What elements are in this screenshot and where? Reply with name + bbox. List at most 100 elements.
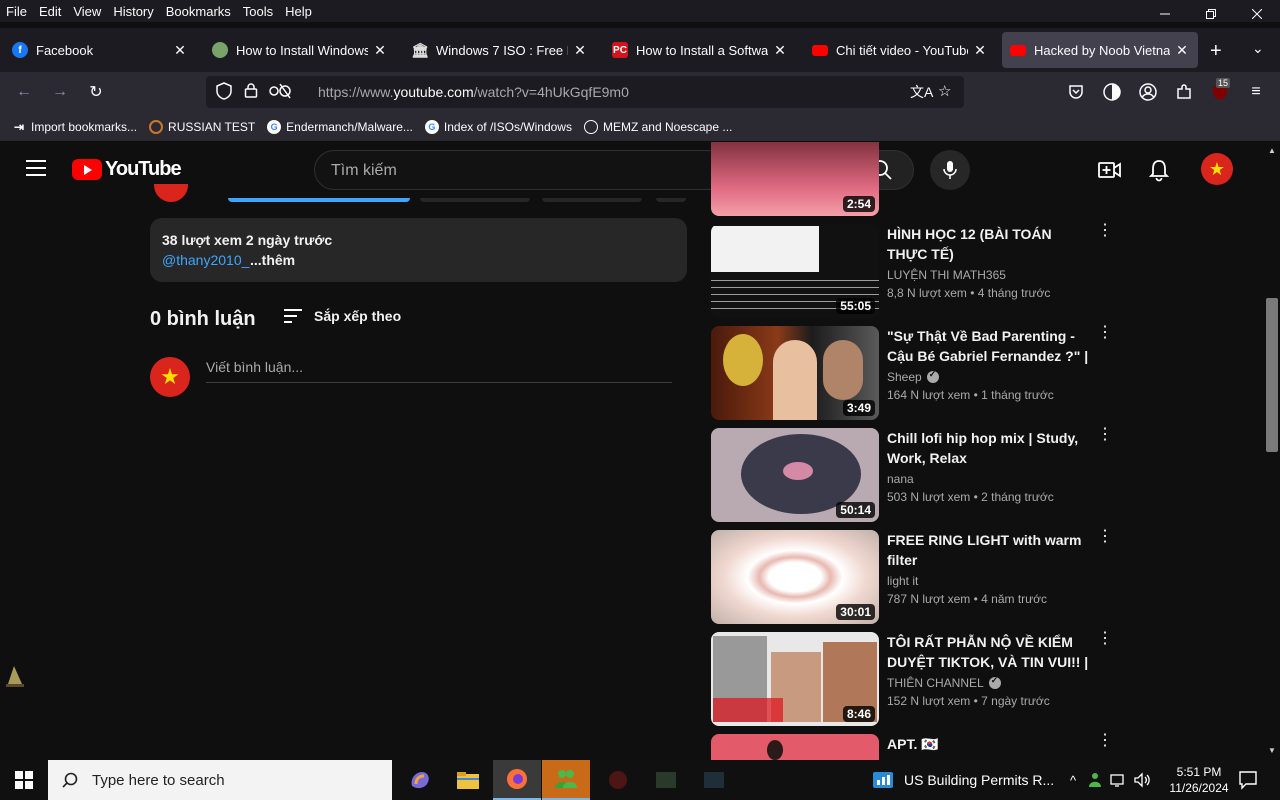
- close-window-icon[interactable]: [1234, 0, 1280, 28]
- recommendation-item[interactable]: APT. 🇰🇷 ⋮: [711, 733, 1113, 760]
- scroll-up-icon[interactable]: ▲: [1268, 146, 1276, 155]
- restore-icon[interactable]: [1188, 0, 1234, 28]
- pocket-icon[interactable]: [1064, 80, 1088, 104]
- video-title[interactable]: TÔI RẤT PHẪN NỘ VỀ KIỂM DUYỆT TIKTOK, VÀ…: [887, 632, 1095, 672]
- tab-windows-iso[interactable]: 🏛 Windows 7 ISO : Free Down ✕: [404, 32, 596, 68]
- subscribe-button-partial[interactable]: [228, 198, 410, 202]
- vpn-icon[interactable]: [1100, 80, 1124, 104]
- people-app-icon[interactable]: [542, 760, 590, 800]
- url-text[interactable]: https://www.youtube.com/watch?v=4hUkGqfE…: [318, 84, 629, 100]
- network-icon[interactable]: [1110, 772, 1126, 788]
- notifications-bell-icon[interactable]: [1148, 158, 1170, 187]
- tab-pcmag[interactable]: PC How to Install a Software P ✕: [604, 32, 796, 68]
- menu-help[interactable]: Help: [285, 4, 312, 19]
- menu-view[interactable]: View: [73, 4, 101, 19]
- mention-link[interactable]: @thany2010_: [162, 252, 249, 268]
- bookmark-memz[interactable]: MEMZ and Noescape ...: [583, 119, 732, 134]
- system-clock[interactable]: 5:51 PM 11/26/2024: [1164, 764, 1234, 796]
- close-tab-icon[interactable]: ✕: [572, 42, 588, 59]
- hamburger-menu-icon[interactable]: [26, 160, 46, 176]
- taskbar-search-input[interactable]: Type here to search: [48, 760, 392, 800]
- lock-icon[interactable]: [244, 82, 258, 102]
- app-icon[interactable]: [594, 760, 642, 800]
- account-icon[interactable]: [1136, 80, 1160, 104]
- shield-icon[interactable]: [216, 82, 232, 104]
- tab-install-windows[interactable]: How to Install Windows 7: S ✕: [204, 32, 396, 68]
- show-more-link[interactable]: ...thêm: [250, 252, 295, 268]
- bookmark-isos[interactable]: G Index of /ISOs/Windows: [424, 119, 572, 134]
- video-thumbnail[interactable]: 2:54: [711, 142, 879, 216]
- sort-comments-button[interactable]: Sắp xếp theo: [284, 308, 401, 324]
- video-description[interactable]: 38 lượt xem 2 ngày trước @thany2010_ ...…: [150, 218, 687, 282]
- like-button-partial[interactable]: [420, 198, 530, 202]
- video-title[interactable]: HÌNH HỌC 12 (BÀI TOÁN THỰC TẾ): [887, 224, 1095, 264]
- bookmark-russian-test[interactable]: RUSSIAN TEST: [149, 119, 255, 134]
- forward-arrow-icon[interactable]: →: [48, 80, 72, 104]
- channel-name[interactable]: LUYỆN THI MATH365: [887, 268, 1006, 282]
- share-button-partial[interactable]: [542, 198, 642, 202]
- ublock-icon[interactable]: 15: [1208, 78, 1232, 104]
- comment-input[interactable]: Viết bình luận...: [206, 359, 672, 383]
- firefox-icon[interactable]: [493, 760, 541, 800]
- bookmark-import[interactable]: ⇥ Import bookmarks...: [12, 120, 137, 134]
- recommendation-item[interactable]: 55:05 HÌNH HỌC 12 (BÀI TOÁN THỰC TẾ) LUY…: [711, 223, 1113, 318]
- video-thumbnail[interactable]: 30:01: [711, 530, 879, 624]
- reload-icon[interactable]: ↻: [84, 80, 108, 104]
- video-thumbnail[interactable]: 55:05: [711, 224, 879, 318]
- account-avatar[interactable]: ★: [1201, 153, 1233, 185]
- menu-edit[interactable]: Edit: [39, 4, 61, 19]
- recommendation-item[interactable]: 3:49 "Sự Thật Về Bad Parenting - Cậu Bé …: [711, 325, 1113, 420]
- more-options-icon[interactable]: ⋮: [1097, 325, 1113, 341]
- tab-youtube-studio[interactable]: Chi tiết video - YouTube St ✕: [804, 32, 996, 68]
- channel-name[interactable]: nana: [887, 472, 914, 486]
- video-thumbnail[interactable]: 8:46: [711, 632, 879, 726]
- tab-facebook[interactable]: f Facebook ✕: [4, 32, 196, 68]
- more-actions-partial[interactable]: [656, 198, 686, 202]
- video-title[interactable]: FREE RING LIGHT with warm filter: [887, 530, 1095, 570]
- video-title[interactable]: APT. 🇰🇷: [887, 734, 1095, 754]
- back-arrow-icon[interactable]: ←: [12, 80, 36, 104]
- new-tab-icon[interactable]: +: [1210, 40, 1222, 63]
- user-status-icon[interactable]: [1088, 772, 1102, 788]
- app-icon[interactable]: [690, 760, 738, 800]
- url-bar[interactable]: https://www.youtube.com/watch?v=4hUkGqfE…: [206, 76, 964, 108]
- volume-icon[interactable]: [1134, 772, 1152, 788]
- close-tab-icon[interactable]: ✕: [372, 42, 388, 59]
- translate-icon[interactable]: 文A: [910, 82, 933, 102]
- chevron-up-icon[interactable]: ^: [1070, 773, 1076, 788]
- video-thumbnail[interactable]: 3:49: [711, 326, 879, 420]
- minimize-icon[interactable]: [1142, 0, 1188, 28]
- menu-history[interactable]: History: [113, 4, 153, 19]
- recommendation-item[interactable]: 30:01 FREE RING LIGHT with warm filter l…: [711, 529, 1113, 624]
- youtube-logo[interactable]: YouTube: [72, 158, 182, 181]
- more-options-icon[interactable]: ⋮: [1097, 223, 1113, 239]
- scroll-down-icon[interactable]: ▼: [1268, 746, 1276, 755]
- recommendation-item[interactable]: 2:54: [711, 142, 1111, 216]
- news-widget[interactable]: US Building Permits R...: [872, 760, 1054, 800]
- permissions-icon[interactable]: [268, 82, 294, 104]
- extensions-icon[interactable]: [1172, 80, 1196, 104]
- channel-name[interactable]: THIÊN CHANNEL: [887, 675, 1001, 690]
- star-icon[interactable]: ☆: [938, 82, 951, 100]
- menu-file[interactable]: File: [6, 4, 27, 19]
- bookmark-endermanch[interactable]: G Endermanch/Malware...: [267, 119, 413, 134]
- menu-icon[interactable]: ≡: [1244, 80, 1268, 104]
- channel-name[interactable]: light it: [887, 574, 918, 588]
- video-thumbnail[interactable]: 50:14: [711, 428, 879, 522]
- video-title[interactable]: Chill lofi hip hop mix | Study, Work, Re…: [887, 428, 1095, 468]
- video-title[interactable]: "Sự Thật Về Bad Parenting - Cậu Bé Gabri…: [887, 326, 1095, 366]
- file-explorer-icon[interactable]: [444, 760, 492, 800]
- chevron-down-icon[interactable]: ⌄: [1252, 40, 1264, 57]
- page-scrollbar[interactable]: ▲ ▼: [1264, 142, 1280, 760]
- recommendation-item[interactable]: 50:14 Chill lofi hip hop mix | Study, Wo…: [711, 427, 1113, 522]
- notification-icon[interactable]: [1238, 770, 1258, 795]
- desktop-pet-icon[interactable]: [0, 662, 30, 692]
- copilot-icon[interactable]: [396, 760, 444, 800]
- channel-name[interactable]: Sheep: [887, 369, 939, 384]
- windows-start-icon[interactable]: [0, 760, 48, 800]
- close-tab-icon[interactable]: ✕: [1174, 42, 1190, 59]
- close-tab-icon[interactable]: ✕: [172, 42, 188, 59]
- video-thumbnail[interactable]: [711, 734, 879, 760]
- more-options-icon[interactable]: ⋮: [1097, 733, 1113, 749]
- channel-avatar-partial[interactable]: [154, 184, 188, 202]
